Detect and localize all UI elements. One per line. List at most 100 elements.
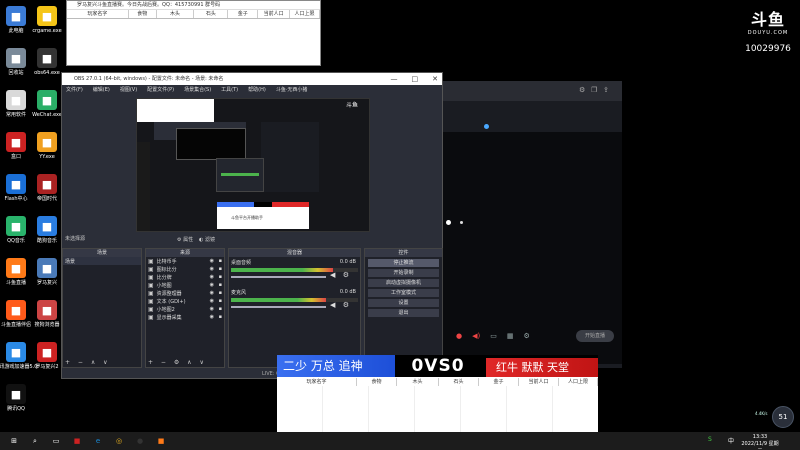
douyu-client-window[interactable]: ⚙ ❐ ⇪ ● ◀) ▭ ▦ ⚙ 开始直播 <box>442 81 622 368</box>
volume-slider[interactable] <box>231 276 327 278</box>
menu-item[interactable]: 斗鱼·无西小猪 <box>276 85 308 96</box>
visibility-eye-icon[interactable]: ◉ <box>210 274 214 280</box>
volume-slider[interactable] <box>231 306 327 308</box>
source-item[interactable]: ▣ 资源整理器 ◉ ▪ <box>146 289 224 297</box>
obs-titlebar: OBS 27.0.1 (64-bit, windows) - 配置文件: 未命名… <box>62 73 442 85</box>
menu-item[interactable]: 帮助(H) <box>248 85 266 96</box>
obs-icon[interactable]: ● <box>134 435 146 447</box>
speaker-icon[interactable]: ◀ <box>330 271 335 279</box>
source-toolbar[interactable]: + − ⚙ ∧ ∨ <box>148 359 207 366</box>
qq-icon: ■ <box>6 384 26 404</box>
desktop-icon-game[interactable]: ■ crgame.exe <box>27 6 67 34</box>
control-button[interactable]: 停止推流 <box>368 259 439 267</box>
menu-item[interactable]: 配置文件(P) <box>147 85 174 96</box>
source-item[interactable]: ▣ 显示器采集 ◉ ▪ <box>146 313 224 321</box>
control-button[interactable]: 开始录制 <box>368 269 439 277</box>
edge-icon[interactable]: e <box>92 435 104 447</box>
sources-panel: 来源 ▣ 比特币手 ◉ ▪ ▣ 图标比分 ◉ ▪ ▣ 比分牌 ◉ ▪ ▣ 小地图 ◉ ▪ ▣ 资源整理器 ◉ ▪ ▣ 文本… <box>145 248 225 368</box>
obs-preview[interactable]: 斗鱼平台开播助手 斗鱼 <box>136 98 370 232</box>
desktop-icon-label: obs64.exe <box>34 70 60 76</box>
properties-button[interactable]: ⚙ 属性 <box>177 236 193 243</box>
clock[interactable]: 13:33 2022/11/9 星期三 <box>740 434 780 450</box>
clock-date: 2022/11/9 星期三 <box>741 441 779 450</box>
source-item[interactable]: ▣ 图标比分 ◉ ▪ <box>146 265 224 273</box>
gear-icon[interactable]: ⚙ <box>343 301 349 309</box>
speaker-icon[interactable]: ◀ <box>330 301 335 309</box>
desktop-icon-label: YY.exe <box>39 154 55 160</box>
mic-icon[interactable]: ● <box>456 332 462 340</box>
task-view-icon[interactable]: ▭ <box>50 435 62 447</box>
visibility-eye-icon[interactable]: ◉ <box>210 314 214 320</box>
control-button[interactable]: 退出 <box>368 309 439 317</box>
menu-item[interactable]: 场景集合(S) <box>184 85 211 96</box>
menu-item[interactable]: 视图(V) <box>120 85 137 96</box>
desktop-icon-qq[interactable]: ■ 腾讯QQ <box>0 384 36 412</box>
score-window-top[interactable]: 罗马复兴斗鱼直播赛。今日先战后赛。QQ：415730991 群号码 玩家名字 食物… <box>66 0 321 66</box>
menu-item[interactable]: 编辑(E) <box>93 85 110 96</box>
maximize-button[interactable]: □ <box>412 73 419 85</box>
score-col-header: 木头 <box>157 10 195 18</box>
client-topbar: ⚙ ❐ ⇪ <box>442 81 622 101</box>
douyu-logo-sub: DOUYU.COM <box>747 30 789 36</box>
share-icon[interactable]: ⇪ <box>603 86 609 94</box>
ime-indicator[interactable]: 中 <box>728 436 734 445</box>
gear-icon[interactable]: ⚙ <box>343 271 349 279</box>
camera-icon[interactable]: ▭ <box>490 332 497 340</box>
visibility-eye-icon[interactable]: ◉ <box>210 290 214 296</box>
lock-icon[interactable]: ▪ <box>219 282 222 288</box>
obs-window[interactable]: OBS 27.0.1 (64-bit, windows) - 配置文件: 未命名… <box>61 72 444 379</box>
douyu-icon[interactable]: ■ <box>155 435 167 447</box>
lock-icon[interactable]: ▪ <box>219 258 222 264</box>
obs-title: OBS 27.0.1 (64-bit, windows) - 配置文件: 未命名… <box>74 76 224 82</box>
start-icon[interactable]: ⊞ <box>8 435 20 447</box>
search-icon[interactable]: ⌕ <box>29 435 41 447</box>
source-item[interactable]: ▣ 小地图 ◉ ▪ <box>146 281 224 289</box>
chrome-icon[interactable]: ◎ <box>113 435 125 447</box>
control-button[interactable]: 工作室模式 <box>368 289 439 297</box>
filters-button[interactable]: ◐ 滤镜 <box>199 236 215 243</box>
source-item[interactable]: ▣ 比分牌 ◉ ▪ <box>146 273 224 281</box>
accelerator-orb[interactable]: 51 <box>772 406 794 428</box>
source-item[interactable]: ▣ 文本 (GDI+) ◉ ▪ <box>146 297 224 305</box>
scene-toolbar[interactable]: + − ∧ ∨ <box>65 359 111 366</box>
visibility-eye-icon[interactable]: ◉ <box>210 298 214 304</box>
visibility-eye-icon[interactable]: ◉ <box>210 258 214 264</box>
close-button[interactable]: ✕ <box>432 73 438 85</box>
app-red-icon[interactable]: ■ <box>71 435 83 447</box>
tray-app-icon[interactable]: S <box>708 436 712 443</box>
wechat-icon: ■ <box>37 90 57 110</box>
desktop-icon-label: 腾讯QQ <box>7 406 25 412</box>
rome-icon: ■ <box>37 258 57 278</box>
mixer-channel: 麦克风 0.0 dB ◀ ⚙ <box>231 289 358 317</box>
lock-icon[interactable]: ▪ <box>219 306 222 312</box>
lock-icon[interactable]: ▪ <box>219 266 222 272</box>
menu-item[interactable]: 工具(T) <box>221 85 238 96</box>
source-item[interactable]: ▣ 小地图2 ◉ ▪ <box>146 305 224 313</box>
desktop-icon-label: 酷狗音乐 <box>36 238 57 244</box>
menu-item[interactable]: 文件(F) <box>66 85 83 96</box>
settings-icon[interactable]: ⚙ <box>579 86 585 94</box>
lock-icon[interactable]: ▪ <box>219 274 222 280</box>
control-button[interactable]: 启动虚拟摄像机 <box>368 279 439 287</box>
control-button[interactable]: 设置 <box>368 299 439 307</box>
visibility-eye-icon[interactable]: ◉ <box>210 306 214 312</box>
speaker-icon[interactable]: ◀) <box>472 332 480 340</box>
visibility-eye-icon[interactable]: ◉ <box>210 282 214 288</box>
lock-icon[interactable]: ▪ <box>219 290 222 296</box>
visibility-eye-icon[interactable]: ◉ <box>210 266 214 272</box>
source-label: 小地图 <box>156 282 172 289</box>
client-settings-icon[interactable]: ⚙ <box>523 332 529 340</box>
scene-item[interactable]: 场景 <box>63 257 141 265</box>
right-team: 红牛 默默 天堂 <box>486 358 598 377</box>
desktop-icon-label: QQ音乐 <box>7 238 25 244</box>
copy-icon[interactable]: ❐ <box>591 86 597 94</box>
layout-icon[interactable]: ▦ <box>507 332 514 340</box>
source-item[interactable]: ▣ 比特币手 ◉ ▪ <box>146 257 224 265</box>
lock-icon[interactable]: ▪ <box>219 314 222 320</box>
vs-banner: 二少 万总 追神 0VS0 红牛 默默 天堂 <box>277 355 598 377</box>
start-live-button[interactable]: 开始直播 <box>576 330 614 342</box>
minimize-button[interactable]: — <box>391 73 398 85</box>
lock-icon[interactable]: ▪ <box>219 298 222 304</box>
douyu-icon: ■ <box>6 258 26 278</box>
yy-icon: ■ <box>37 132 57 152</box>
